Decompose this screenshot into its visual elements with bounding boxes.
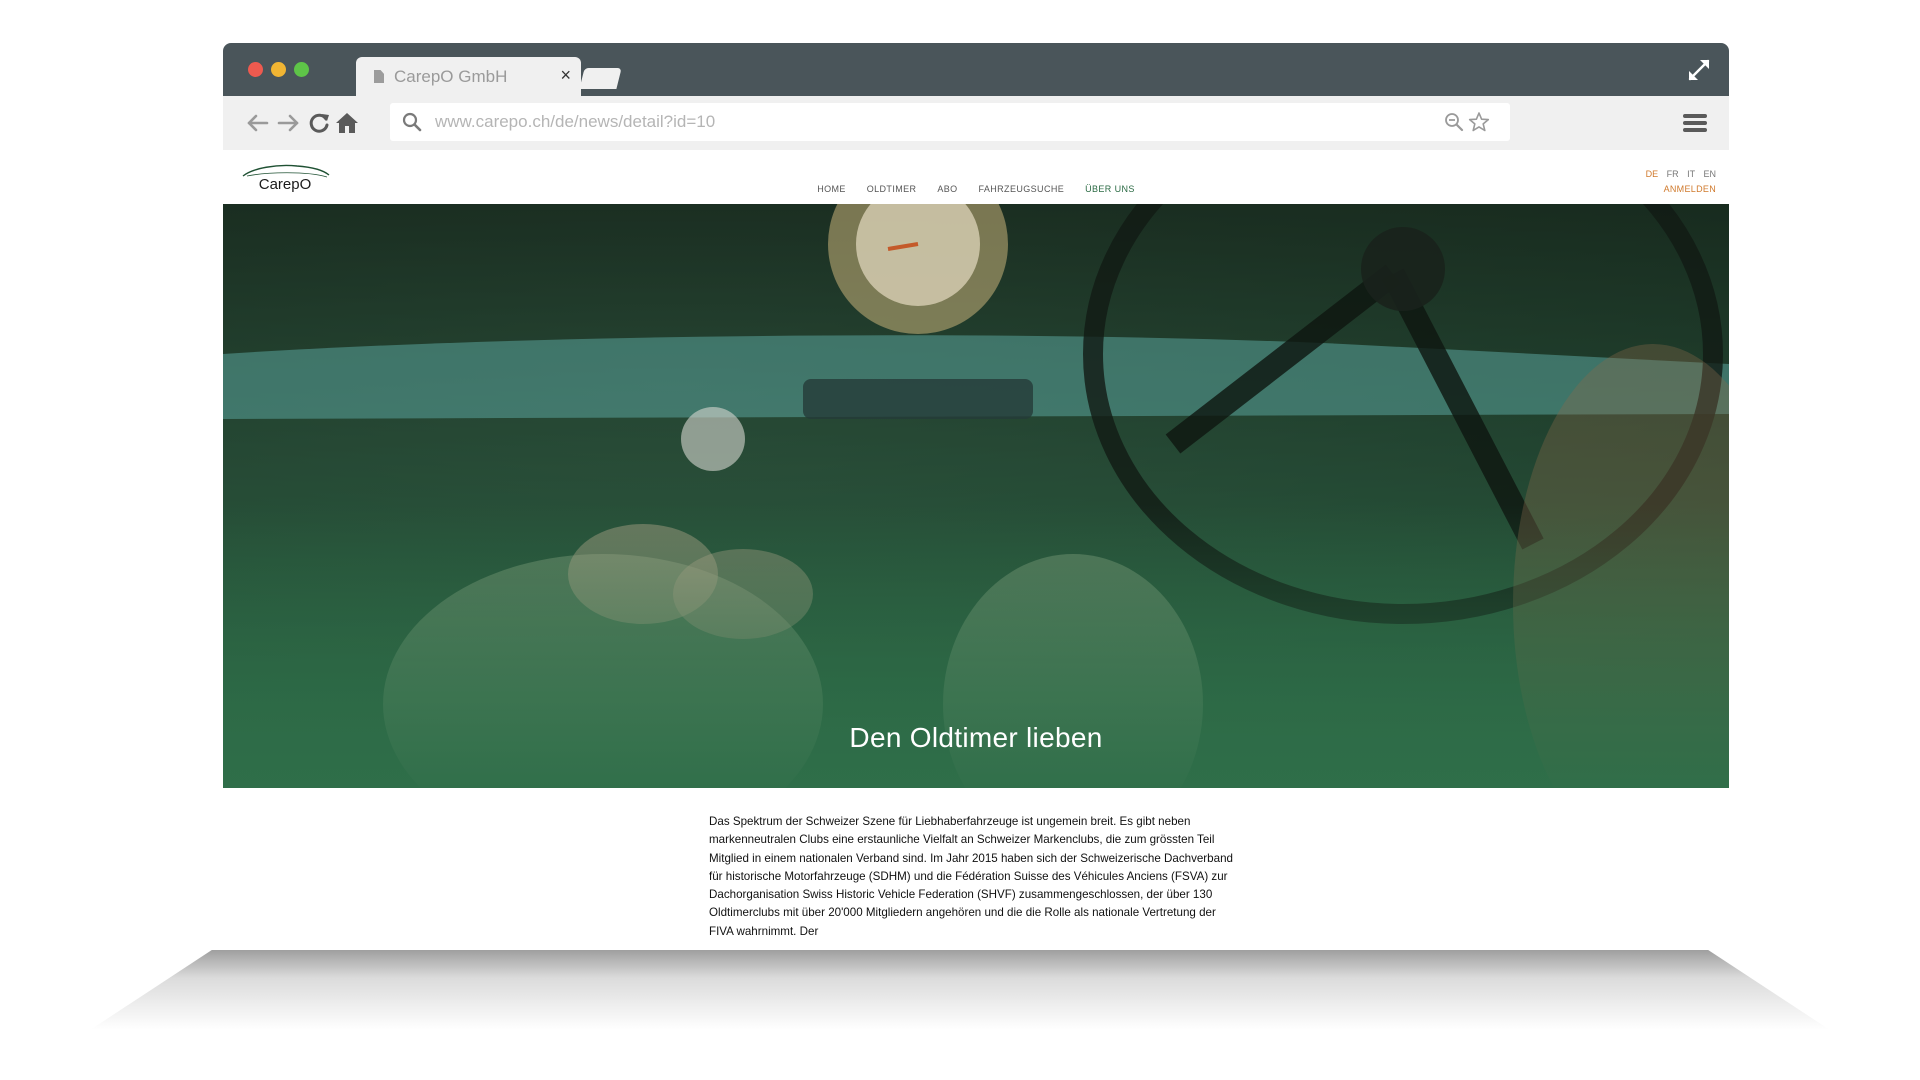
url-text: www.carepo.ch/de/news/detail?id=10 [435,112,716,131]
login-link[interactable]: ANMELDEN [1664,184,1716,194]
browser-window: CarepO GmbH × www.carepo.ch/de/news/deta… [223,43,1729,948]
maximize-window-button[interactable] [294,62,309,77]
minimize-window-button[interactable] [271,62,286,77]
close-window-button[interactable] [248,62,263,77]
tab-close-button[interactable]: × [560,65,571,86]
address-bar[interactable]: www.carepo.ch/de/news/detail?id=10 [390,103,1510,141]
lang-it[interactable]: IT [1687,169,1695,179]
forward-arrow-icon[interactable] [275,110,301,136]
new-tab-button[interactable] [579,68,622,89]
browser-tab[interactable]: CarepO GmbH × [356,57,581,96]
zoom-icon[interactable] [1444,112,1464,132]
lang-de[interactable]: DE [1646,169,1659,179]
expand-icon[interactable] [1686,57,1712,83]
nav-fahrzeugsuche[interactable]: FAHRZEUGSUCHE [978,184,1064,194]
nav-ueber-uns[interactable]: ÜBER UNS [1085,184,1135,194]
site-header: CarepO HOME OLDTIMER ABO FAHRZEUGSUCHE Ü… [223,150,1729,204]
nav-home[interactable]: HOME [817,184,846,194]
search-icon [402,112,422,132]
lang-en[interactable]: EN [1703,169,1716,179]
star-icon[interactable] [1468,111,1490,133]
language-switcher: DE FR IT EN [1640,169,1716,179]
hamburger-menu-icon[interactable] [1683,113,1707,133]
title-bar: CarepO GmbH × [223,43,1729,96]
nav-abo[interactable]: ABO [937,184,957,194]
article-body: Das Spektrum der Schweizer Szene für Lie… [709,815,1233,938]
hero-title: Den Oldtimer lieben [849,722,1103,753]
main-nav: HOME OLDTIMER ABO FAHRZEUGSUCHE ÜBER UNS [223,184,1729,194]
document-icon [374,70,384,83]
window-shadow [90,950,1830,1030]
nav-oldtimer[interactable]: OLDTIMER [867,184,917,194]
tab-title: CarepO GmbH [394,67,508,86]
address-toolbar: www.carepo.ch/de/news/detail?id=10 [223,96,1729,150]
back-arrow-icon[interactable] [245,110,271,136]
hero-image [223,204,1729,788]
lang-fr[interactable]: FR [1667,169,1679,179]
reload-icon[interactable] [306,110,332,136]
home-icon[interactable] [334,110,360,136]
hero-banner: Den Oldtimer lieben [223,204,1729,788]
